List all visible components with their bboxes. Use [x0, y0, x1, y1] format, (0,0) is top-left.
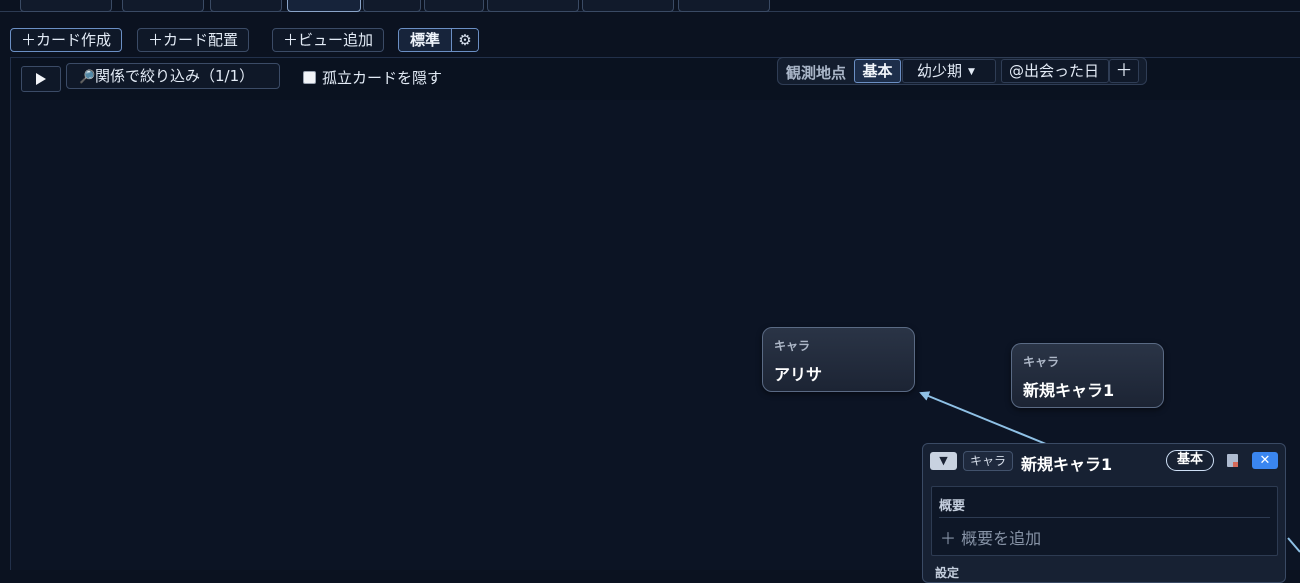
period-value: 幼少期: [917, 62, 963, 80]
observation-base-button[interactable]: 基本: [854, 59, 901, 83]
close-button[interactable]: ✕: [1252, 452, 1278, 469]
chevron-down-icon: ▼: [968, 67, 975, 77]
base-badge[interactable]: 基本: [1166, 450, 1214, 471]
document-icon[interactable]: [1227, 454, 1238, 467]
relation-arrow[interactable]: [1287, 537, 1300, 553]
summary-section-title: 概要: [939, 499, 966, 514]
card-detail-panel: ▼ キャラ 新規キャラ1 基本 ✕ 概要 ＋ 概要を追加 設定: [922, 443, 1286, 583]
play-button[interactable]: [21, 66, 61, 92]
observation-point-label: 観測地点: [786, 64, 847, 82]
summary-section: 概要 ＋ 概要を追加: [931, 486, 1278, 556]
collapse-toggle-button[interactable]: ▼: [930, 452, 957, 470]
relation-filter-button[interactable]: 🔎関係で絞り込み（1/1）: [66, 63, 280, 89]
divider: [939, 517, 1270, 518]
card-type: キャラ: [774, 339, 811, 353]
panel-card-name[interactable]: 新規キャラ1: [1021, 451, 1112, 475]
hide-isolated-label: 孤立カードを隠す: [322, 69, 443, 87]
metric-button[interactable]: @出会った日: [1001, 59, 1109, 83]
magnifier-icon: 🔎: [79, 70, 96, 85]
card-name: 新規キャラ1: [1023, 381, 1115, 400]
card-type-badge: キャラ: [963, 451, 1014, 471]
add-summary-button[interactable]: ＋ 概要を追加: [940, 525, 1041, 549]
observation-point-bar: 観測地点 基本 幼少期 ▼ @出会った日 ＋: [777, 57, 1147, 85]
add-observation-button[interactable]: ＋: [1109, 59, 1139, 83]
character-card[interactable]: キャラ アリサ: [762, 327, 915, 392]
period-dropdown[interactable]: 幼少期 ▼: [902, 59, 996, 83]
settings-section-title: 設定: [935, 566, 960, 580]
card-type: キャラ: [1023, 355, 1060, 369]
checkbox-box[interactable]: [303, 71, 316, 84]
relation-filter-label: 関係で絞り込み（1/1）: [95, 67, 255, 85]
card-name: アリサ: [774, 365, 823, 384]
play-icon: [36, 73, 46, 85]
character-card[interactable]: キャラ 新規キャラ1: [1011, 343, 1164, 408]
hide-isolated-checkbox[interactable]: 孤立カードを隠す: [303, 67, 442, 88]
